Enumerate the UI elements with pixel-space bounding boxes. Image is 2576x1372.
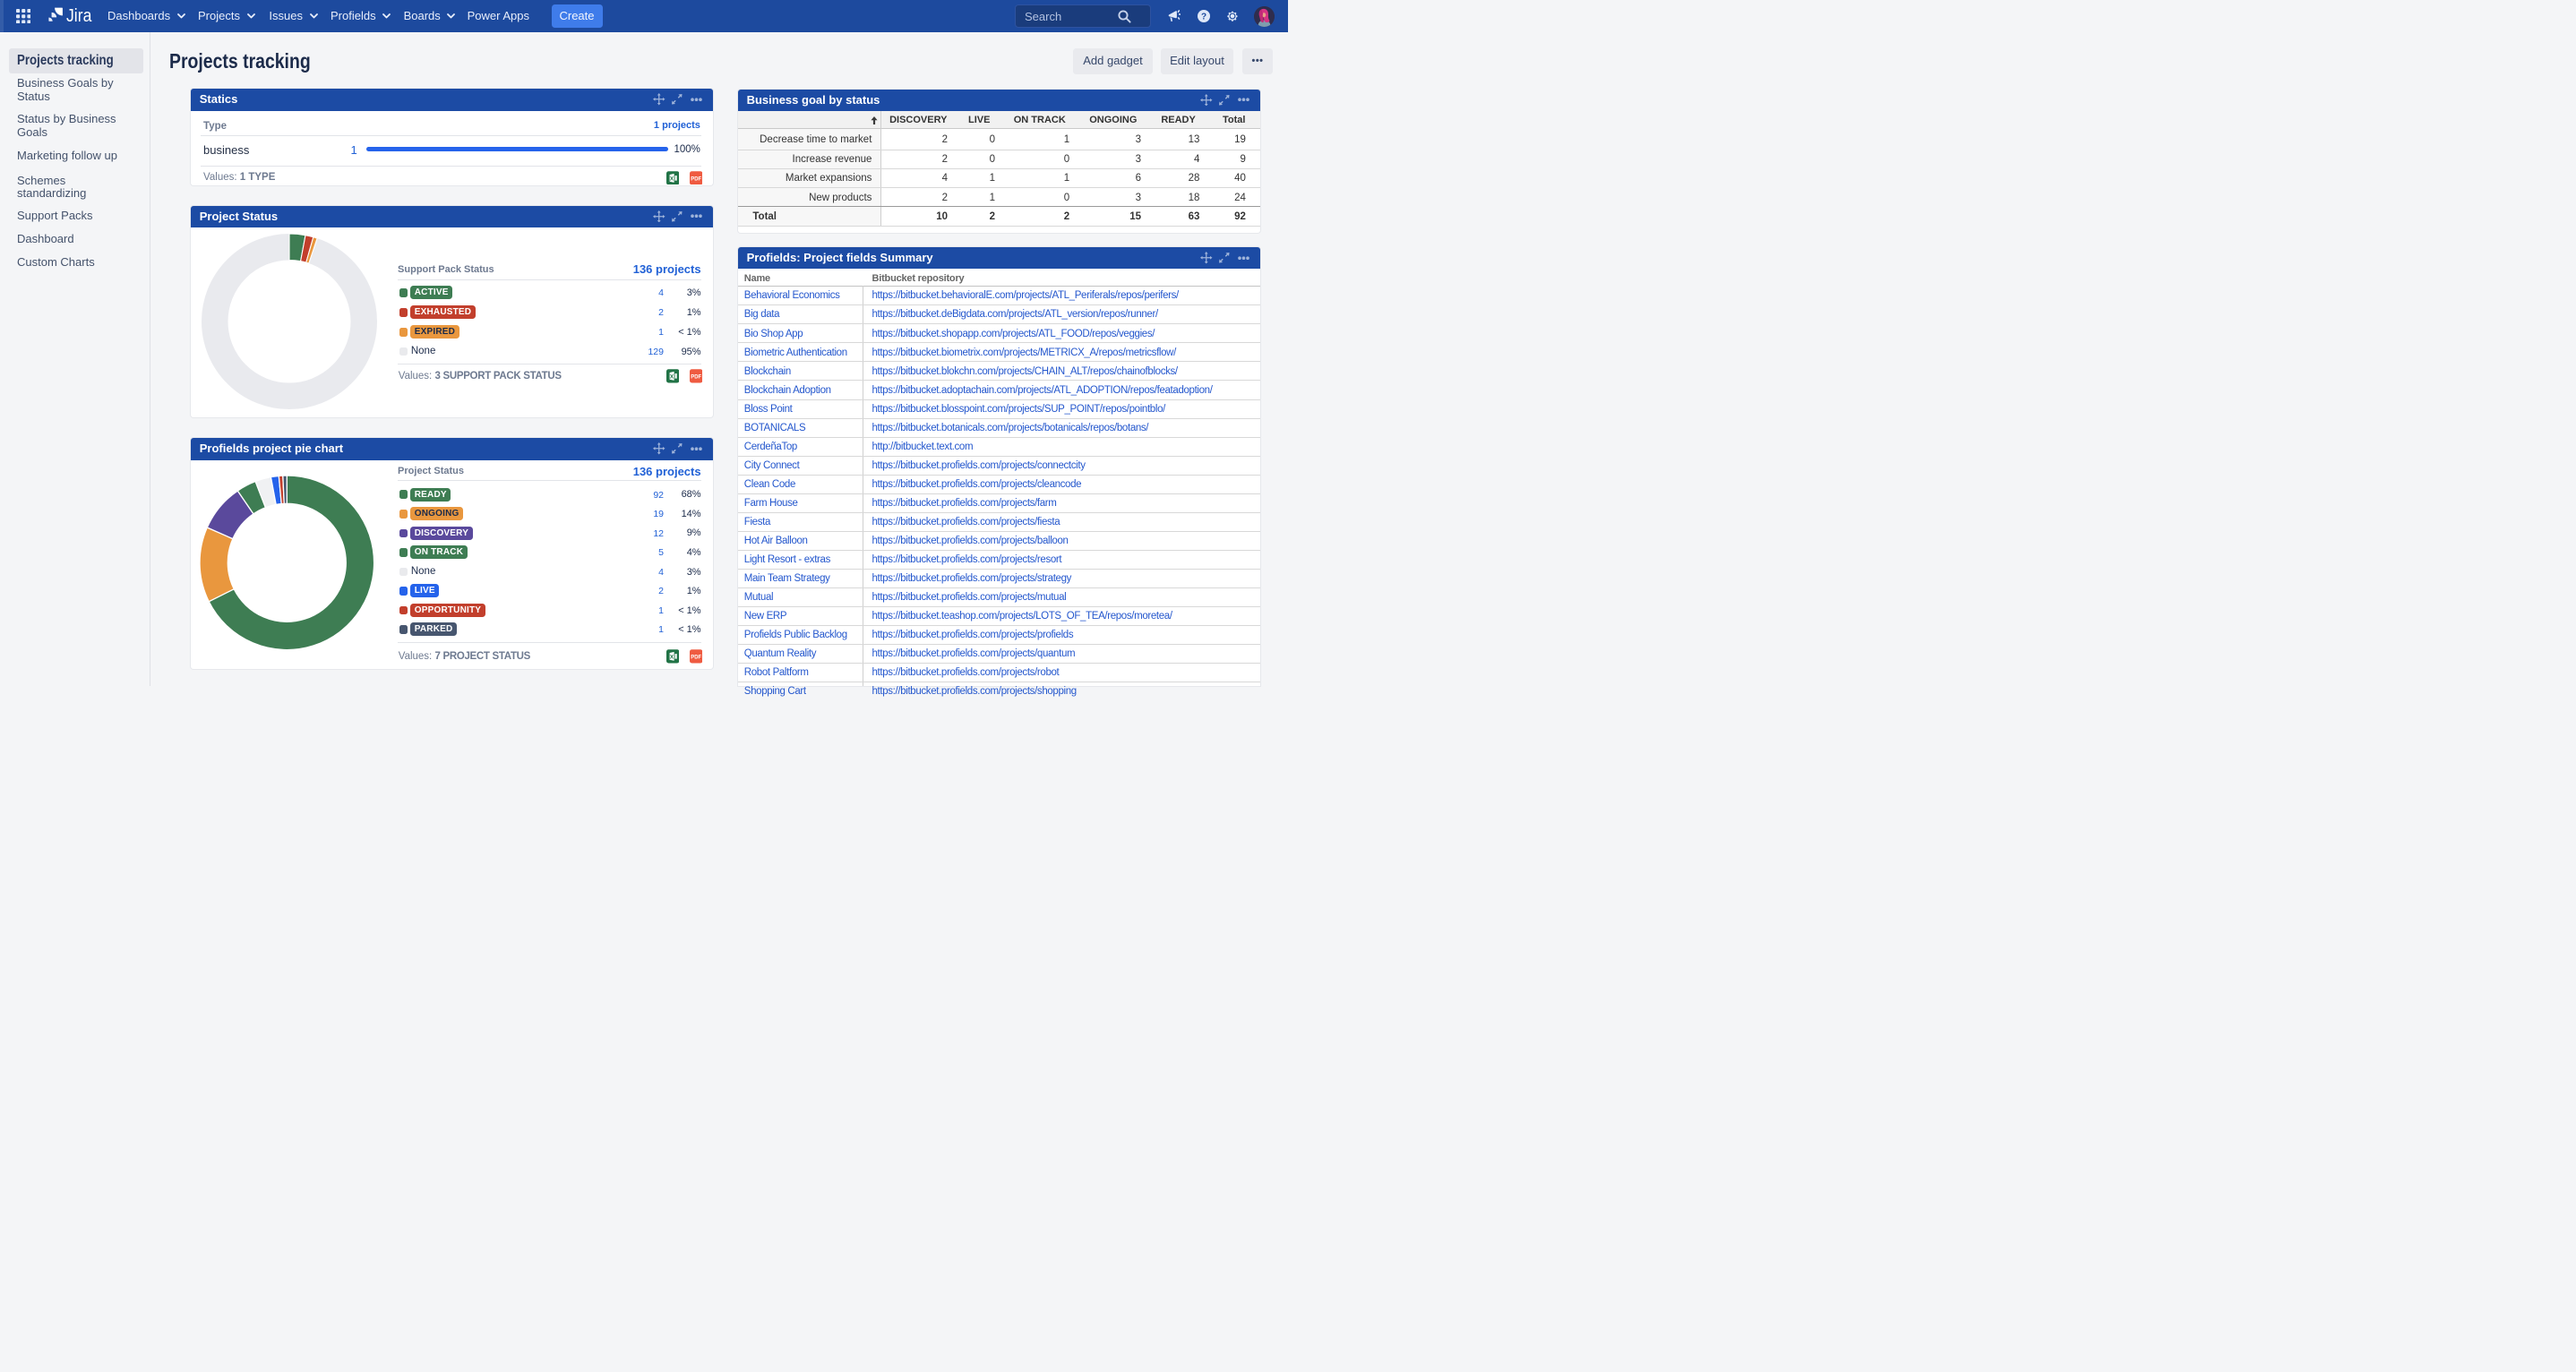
svg-text:PDF: PDF: [691, 656, 701, 661]
svg-text:PDF: PDF: [691, 176, 701, 182]
svg-text:PDF: PDF: [691, 375, 701, 381]
svg-text:?: ?: [1200, 13, 1206, 22]
